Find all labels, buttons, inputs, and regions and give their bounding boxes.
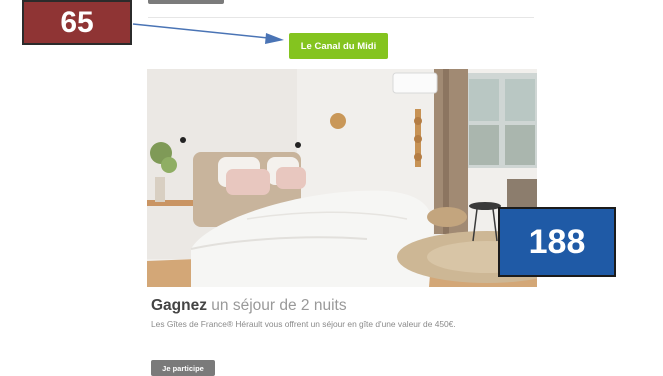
annotation-badge-188: 188: [498, 207, 616, 277]
contest-title: Gagnez un séjour de 2 nuits: [151, 297, 347, 315]
participate-button[interactable]: Je participe: [151, 360, 215, 376]
canal-du-midi-button[interactable]: Le Canal du Midi: [289, 33, 388, 59]
contest-title-rest: un séjour de 2 nuits: [206, 297, 347, 314]
bedroom-photo: [147, 69, 537, 287]
previous-button-stub[interactable]: [148, 0, 224, 4]
contest-description: Les Gîtes de France® Hérault vous offren…: [151, 319, 456, 329]
annotation-badge-65: 65: [22, 0, 132, 45]
contest-title-bold: Gagnez: [151, 297, 207, 314]
section-divider: [148, 17, 534, 18]
